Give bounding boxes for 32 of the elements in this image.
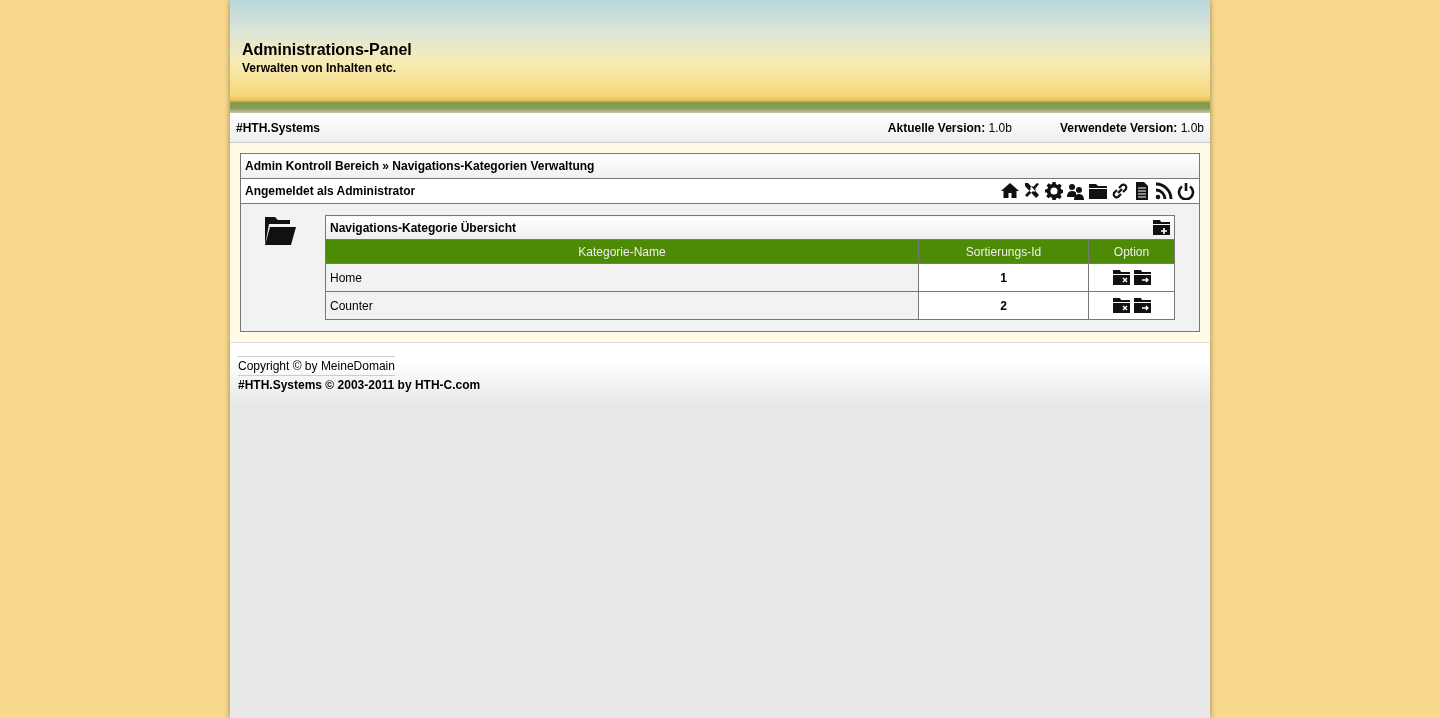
home-icon[interactable] (1001, 182, 1019, 200)
page-subtitle: Verwalten von Inhalten etc. (242, 60, 398, 78)
copyright-text: Copyright © by MeineDomain (238, 356, 395, 376)
version-info: Verwendete Version: 1.0b (1059, 119, 1204, 137)
document-icon[interactable] (1133, 182, 1151, 200)
link-icon[interactable] (1111, 182, 1129, 200)
brand-name: #HTH.Systems (236, 119, 321, 137)
sort-id-cell: 1 (918, 263, 1089, 292)
users-icon[interactable] (1067, 182, 1085, 200)
credit-text: #HTH.Systems © 2003-2011 by HTH-C.com (238, 377, 482, 394)
tools-icon[interactable] (1023, 182, 1041, 200)
folder-icon[interactable] (1089, 182, 1107, 200)
breadcrumb: Admin Kontroll Bereich » Navigations-Kategorien Verwaltung (245, 158, 595, 175)
add-folder-icon[interactable] (1153, 220, 1170, 235)
move-folder-icon[interactable] (1133, 298, 1151, 313)
column-header: Sortierungs-Id (918, 239, 1089, 264)
column-header: Option (1088, 239, 1175, 264)
page-title: Administrations-Panel (242, 40, 413, 60)
rss-icon[interactable] (1155, 182, 1173, 200)
category-name-cell: Home (325, 263, 919, 292)
folder-icon (263, 215, 297, 247)
column-header: Kategorie-Name (325, 239, 919, 264)
delete-folder-icon[interactable] (1112, 298, 1130, 313)
sort-id-cell: 2 (918, 291, 1089, 320)
delete-folder-icon[interactable] (1112, 270, 1130, 285)
move-folder-icon[interactable] (1133, 270, 1151, 285)
version-info: Aktuelle Version: 1.0b (887, 119, 1012, 137)
settings-icon[interactable] (1045, 182, 1063, 200)
power-icon[interactable] (1177, 182, 1195, 200)
category-name-cell: Counter (325, 291, 919, 320)
table-title: Navigations-Kategorie Übersicht (330, 219, 517, 237)
login-status: Angemeldet als Administrator (245, 183, 416, 200)
